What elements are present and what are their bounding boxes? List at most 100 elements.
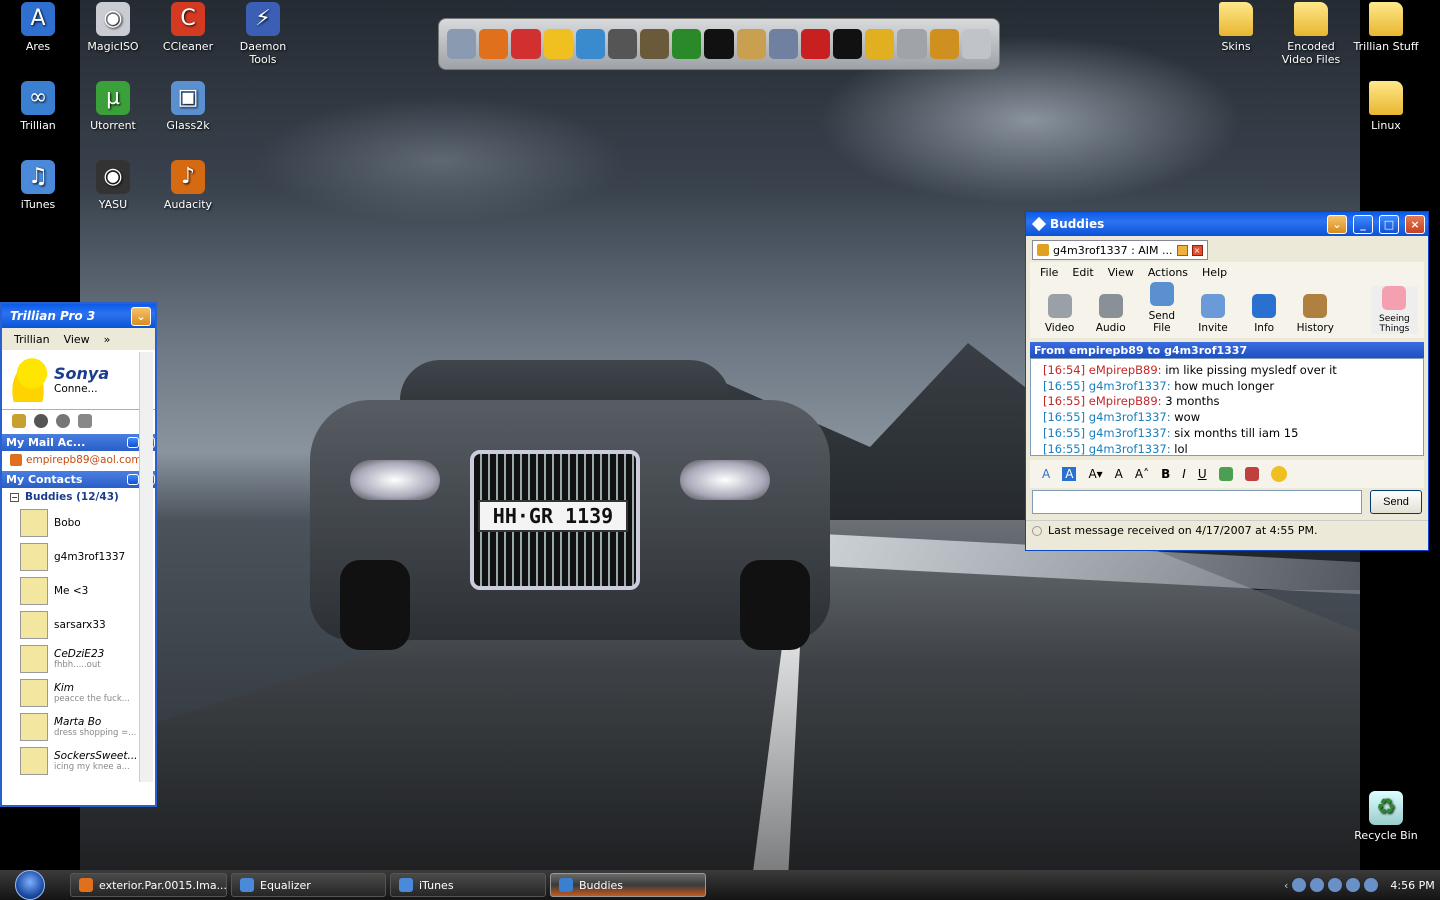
firefox-icon[interactable] (479, 29, 509, 59)
contact-row[interactable]: SockersSweet... icing my knee a... (2, 744, 155, 778)
contact-row[interactable]: sarsarx33 (2, 608, 155, 642)
buddies-titlebar[interactable]: Buddies ⌄ _ □ × (1026, 212, 1428, 236)
taskbar-button-buddies[interactable]: Buddies (550, 873, 706, 897)
smiley-icon[interactable] (1270, 466, 1287, 482)
minimize-button[interactable]: _ (1353, 214, 1373, 234)
contact-row[interactable]: Me <3 (2, 574, 155, 608)
battlefield-icon[interactable] (607, 29, 638, 59)
smiley-icon[interactable] (543, 29, 573, 59)
desktop-icon-audacity[interactable]: ♪ Audacity (150, 160, 226, 211)
desktop[interactable]: HH·GR 1139 A Ares ◉ MagicISO C CCleaner ⚡ Daemo… (0, 0, 1440, 870)
toolbar-history-button[interactable]: History (1292, 294, 1339, 334)
trash-icon[interactable] (961, 29, 991, 59)
aim-triangle-icon[interactable] (575, 29, 605, 59)
desktop-icon-magiciso[interactable]: ◉ MagicISO (75, 2, 151, 53)
desktop-icon-recycle-bin[interactable]: ♻ Recycle Bin (1348, 791, 1424, 842)
desktop-icon-encoded-video-files[interactable]: Encoded Video Files (1273, 2, 1349, 66)
font-normal-icon[interactable]: A (1115, 467, 1123, 481)
tab-pin-icon[interactable] (1176, 244, 1188, 256)
seeing-things-button[interactable]: Seeing Things (1370, 286, 1418, 334)
menu-help[interactable]: Help (1202, 266, 1227, 279)
collapse-group-icon[interactable]: − (10, 492, 19, 502)
flower-icon[interactable] (34, 414, 48, 428)
font-smaller-icon[interactable]: A▾ (1088, 467, 1102, 481)
menu-more[interactable]: » (104, 333, 111, 346)
profile-card[interactable]: Sonya Conne... (2, 350, 155, 410)
taskbar-button-itunes[interactable]: iTunes (390, 873, 546, 897)
highlight-icon[interactable]: A (1062, 467, 1077, 481)
toolbar-info-button[interactable]: Info (1241, 294, 1288, 334)
contact-row[interactable]: CeDziE23 fhbh.....out (2, 642, 155, 676)
close-button[interactable]: × (1405, 214, 1425, 234)
aim-status-icon[interactable] (12, 414, 26, 428)
drive-icon[interactable] (447, 29, 477, 59)
documents-icon[interactable] (736, 29, 766, 59)
clapper-icon[interactable] (768, 29, 798, 59)
pencils-icon[interactable] (865, 29, 895, 59)
desktop-icon-linux[interactable]: Linux (1348, 81, 1424, 132)
se-icon[interactable] (511, 29, 541, 59)
desktop-icon-yasu[interactable]: ◉ YASU (75, 160, 151, 211)
menu-file[interactable]: File (1040, 266, 1058, 279)
taskbar-button-equalizer[interactable]: Equalizer (231, 873, 386, 897)
desktop-icon-utorrent[interactable]: µ Utorrent (75, 81, 151, 132)
contact-row[interactable]: Bobo (2, 506, 155, 540)
desktop-icon-ares[interactable]: A Ares (0, 2, 76, 53)
bold-icon[interactable]: B (1161, 467, 1170, 481)
mail-section-header[interactable]: My Mail Ac... × (2, 434, 155, 451)
desktop-icon-trillian-stuff[interactable]: Trillian Stuff (1348, 2, 1424, 53)
desktop-icon-itunes[interactable]: ♫ iTunes (0, 160, 76, 211)
menu-view[interactable]: View (64, 333, 90, 346)
font-color-icon[interactable]: A (1042, 467, 1050, 481)
network-icon[interactable] (78, 414, 92, 428)
network-tray-icon[interactable] (1328, 878, 1343, 892)
send-button[interactable]: Send (1370, 490, 1422, 514)
message-input[interactable] (1032, 490, 1362, 514)
minimize-section-icon[interactable] (127, 437, 139, 448)
trillian-tray-icon[interactable] (1292, 878, 1307, 892)
message-log[interactable]: [16:54] eMpirepB89: im like pissing mysl… (1030, 358, 1424, 456)
contact-row[interactable]: Marta Bo dress shopping =... (2, 710, 155, 744)
tray-expand-icon[interactable]: ‹ (1284, 879, 1288, 892)
rollup-button[interactable]: ⌄ (1327, 214, 1347, 234)
steam-icon[interactable] (704, 29, 734, 59)
gear-icon[interactable] (56, 414, 70, 428)
buddies-group[interactable]: − Buddies (12/43) (2, 488, 155, 506)
clock[interactable]: 4:56 PM (1390, 879, 1434, 892)
menu-edit[interactable]: Edit (1072, 266, 1093, 279)
insert-image-icon[interactable] (1218, 467, 1233, 481)
utorrent-tray-icon[interactable] (1364, 878, 1379, 892)
italic-icon[interactable]: I (1182, 467, 1186, 481)
desktop-icon-daemon-tools[interactable]: ⚡ Daemon Tools (225, 2, 301, 66)
font-larger-icon[interactable]: A˄ (1135, 467, 1149, 481)
menu-actions[interactable]: Actions (1148, 266, 1188, 279)
contact-row[interactable]: g4m3rof1337 (2, 540, 155, 574)
toolbar-video-button[interactable]: Video (1036, 294, 1083, 334)
tab-close-icon[interactable]: × (1191, 244, 1203, 256)
start-button[interactable] (0, 870, 60, 900)
toolbar-invite-button[interactable]: Invite (1189, 294, 1236, 334)
menu-view[interactable]: View (1108, 266, 1134, 279)
battlefield2-icon[interactable] (640, 29, 670, 59)
conversation-tab[interactable]: g4m3rof1337 : AIM ... × (1032, 240, 1208, 260)
pen-icon[interactable] (833, 29, 863, 59)
minimize-section-icon[interactable] (127, 474, 139, 485)
itunes-tray-icon[interactable] (1310, 878, 1325, 892)
contacts-section-header[interactable]: My Contacts × (2, 471, 155, 488)
collapse-button[interactable]: ⌄ (131, 306, 151, 326)
desktop-icon-glass2k[interactable]: ▣ Glass2k (150, 81, 226, 132)
desktop-icon-ccleaner[interactable]: C CCleaner (150, 2, 226, 53)
contact-row[interactable]: Kim peacce the fuck... (2, 676, 155, 710)
glass-icon[interactable] (897, 29, 927, 59)
underline-icon[interactable]: U (1198, 467, 1207, 481)
toolbar-send-file-button[interactable]: Send File (1138, 282, 1185, 334)
contacts-scrollbar[interactable] (139, 352, 153, 782)
taskbar-button-exterior-par-0015-ima[interactable]: exterior.Par.0015.Ima... (70, 873, 227, 897)
background-icon[interactable] (1244, 467, 1259, 481)
tools-icon[interactable] (929, 29, 959, 59)
desktop-icon-trillian[interactable]: ∞ Trillian (0, 81, 76, 132)
film-icon[interactable] (672, 29, 702, 59)
trillian-titlebar[interactable]: Trillian Pro 3 ⌄ (2, 304, 155, 328)
toolbar-audio-button[interactable]: Audio (1087, 294, 1134, 334)
maximize-button[interactable]: □ (1379, 214, 1399, 234)
